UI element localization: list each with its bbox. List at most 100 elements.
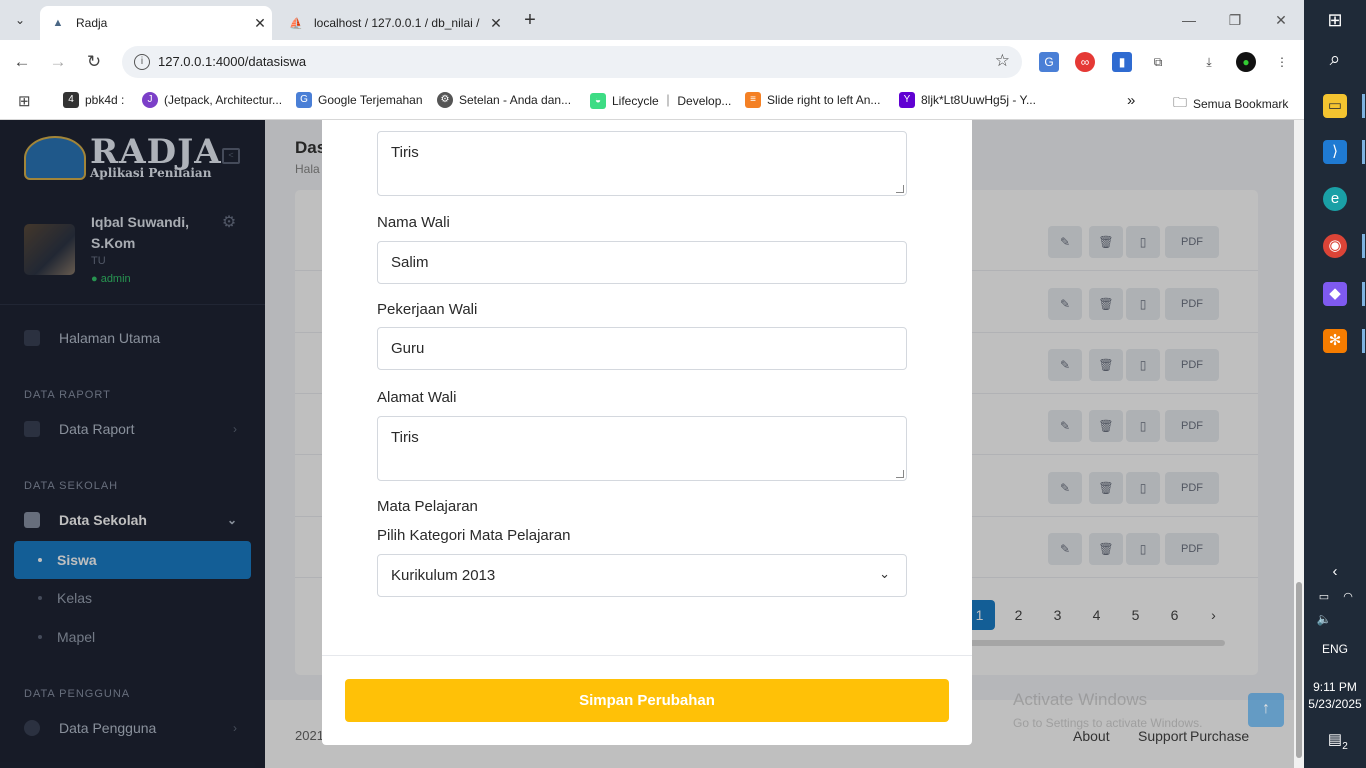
tab-close-icon[interactable]: ✕ — [248, 15, 272, 32]
bookmark-item[interactable]: G Google Terjemahan — [296, 92, 423, 108]
field-label-pekerjaan-wali: Pekerjaan Wali — [377, 301, 478, 318]
divider — [322, 655, 972, 656]
clipboard-extension-icon[interactable]: ▮ — [1112, 52, 1132, 72]
bookmark-favicon-icon: Y — [899, 92, 915, 108]
translate-extension-icon[interactable]: G — [1039, 52, 1059, 72]
resize-grip-icon[interactable] — [896, 470, 904, 478]
scrollbar-thumb[interactable] — [1296, 582, 1302, 758]
profile-avatar-icon[interactable]: ● — [1236, 52, 1256, 72]
bookmark-item[interactable]: J (Jetpack, Architectur... — [142, 92, 282, 108]
clock-date[interactable]: 5/23/2025 — [1304, 697, 1366, 711]
reload-icon[interactable]: ↻ — [82, 50, 106, 74]
bookmark-label: Lifecycle ｜ Develop... — [612, 94, 732, 108]
browser-toolbar: ← → ↻ i 127.0.0.1:4000/datasiswa ☆ G ∞ ▮… — [0, 40, 1304, 84]
bookmark-item[interactable]: ⚙ Setelan - Anda dan... — [437, 92, 571, 108]
activate-windows-title: Activate Windows — [1013, 690, 1148, 709]
apps-icon[interactable]: ⊞ — [18, 92, 31, 110]
bookmark-item[interactable]: 4 pbk4d : — [63, 92, 124, 108]
restore-icon[interactable]: ❐ — [1212, 8, 1258, 32]
bookmark-item[interactable]: Y 8ljk*Lt8UuwHg5j - Y... — [899, 92, 1036, 108]
wifi-icon[interactable]: ◠ — [1336, 585, 1360, 609]
chrome-icon[interactable]: ◉ — [1323, 234, 1347, 258]
address-textarea[interactable]: Tiris — [377, 131, 907, 196]
bookmarks-overflow-icon[interactable]: » — [1127, 92, 1135, 109]
tab-title: localhost / 127.0.0.1 / db_nilai / — [314, 16, 480, 30]
file-explorer-icon[interactable]: ▭ — [1323, 94, 1347, 118]
activate-windows-subtitle: Go to Settings to activate Windows. — [1013, 716, 1203, 730]
extensions-icon[interactable]: ⧉ — [1148, 52, 1168, 72]
active-app-indicator — [1362, 140, 1365, 164]
site-info-icon[interactable]: i — [134, 54, 150, 70]
url-text[interactable]: 127.0.0.1:4000/datasiswa — [158, 54, 306, 69]
forward-icon[interactable]: → — [46, 50, 70, 74]
address-bar[interactable]: i 127.0.0.1:4000/datasiswa ☆ — [122, 46, 1022, 78]
back-to-top-button[interactable]: ↑ — [1248, 693, 1284, 727]
field-label-alamat-wali: Alamat Wali — [377, 389, 457, 406]
select-value: Kurikulum 2013 — [391, 567, 496, 584]
bookmark-item[interactable]: ≡ Slide right to left An... — [745, 92, 880, 108]
tab-radja[interactable]: ▲ Radja ✕ — [40, 6, 272, 40]
bookmark-favicon-icon: J — [142, 92, 158, 108]
minimize-icon[interactable]: — — [1166, 8, 1212, 32]
all-bookmarks-label: Semua Bookmark — [1193, 97, 1289, 111]
tab-phpmyadmin[interactable]: ⛵ localhost / 127.0.0.1 / db_nilai / ✕ — [278, 6, 508, 40]
windows-start-icon[interactable]: ⊞ — [1323, 8, 1347, 32]
radja-favicon-icon: ▲ — [52, 17, 64, 29]
bookmark-favicon-icon: ≡ — [745, 92, 761, 108]
nama-wali-input[interactable]: Salim — [377, 241, 907, 284]
xampp-icon[interactable]: ✻ — [1323, 329, 1347, 353]
phpmyadmin-favicon-icon: ⛵ — [289, 17, 303, 30]
bookmark-star-icon[interactable]: ☆ — [995, 51, 1010, 71]
bookmark-favicon-icon: ⚙ — [437, 92, 453, 108]
folder-icon: 🗀 — [1173, 94, 1187, 110]
bookmarks-bar: ⊞ 4 pbk4d : J (Jetpack, Architectur... G Go… — [0, 84, 1304, 120]
tab-title: Radja — [76, 16, 108, 30]
search-icon[interactable]: ⌕ — [1323, 48, 1347, 72]
volume-icon[interactable]: 🔈 — [1312, 607, 1336, 631]
browser-window: ⌄ ▲ Radja ✕ ⛵ localhost / 127.0.0.1 / db… — [0, 0, 1304, 768]
bookmark-favicon-icon: G — [296, 92, 312, 108]
clock-time[interactable]: 9:11 PM — [1304, 680, 1366, 694]
bookmark-label: 8ljk*Lt8UuwHg5j - Y... — [921, 93, 1036, 107]
save-changes-button[interactable]: Simpan Perubahan — [345, 679, 949, 722]
input-value: Salim — [391, 254, 429, 271]
back-icon[interactable]: ← — [10, 50, 34, 74]
edge-icon[interactable]: e — [1323, 187, 1347, 211]
field-label-nama-wali: Nama Wali — [377, 214, 450, 231]
download-icon[interactable]: ⤓ — [1199, 52, 1219, 72]
bookmark-favicon-icon: 4 — [63, 92, 79, 108]
active-app-indicator — [1362, 282, 1365, 306]
tab-search-menu-icon[interactable]: ⌄ — [8, 8, 32, 32]
kategori-mapel-select[interactable]: Kurikulum 2013 ⌄ — [377, 554, 907, 597]
pekerjaan-wali-input[interactable]: Guru — [377, 327, 907, 370]
bookmark-label: Google Terjemahan — [318, 93, 423, 107]
textarea-value: Tiris — [391, 144, 419, 161]
vscode-icon[interactable]: ⟩ — [1323, 140, 1347, 164]
active-app-indicator — [1362, 234, 1365, 258]
browser-menu-icon[interactable]: ⋮ — [1272, 52, 1292, 72]
windows-taskbar: ⊞ ⌕ ▭ ⟩ e ◉ ◆ ✻ ‹ ▭ ◠ 🔈 ENG 9:11 PM 5/23… — [1304, 0, 1366, 768]
battery-icon[interactable]: ▭ — [1312, 585, 1336, 609]
alamat-wali-textarea[interactable]: Tiris — [377, 416, 907, 481]
active-app-indicator — [1362, 94, 1365, 118]
bookmark-label: Slide right to left An... — [767, 93, 881, 107]
notification-count: 2 — [1342, 741, 1348, 752]
bookmark-label: Setelan - Anda dan... — [459, 93, 572, 107]
new-tab-button[interactable]: + — [518, 8, 542, 32]
bookmark-label: (Jetpack, Architectur... — [164, 93, 283, 107]
field-label-kategori: Pilih Kategori Mata Pelajaran — [377, 527, 571, 544]
page-vertical-scrollbar[interactable] — [1294, 120, 1304, 768]
bookmark-item[interactable]: ◒ Lifecycle ｜ Develop... — [590, 92, 731, 109]
all-bookmarks[interactable]: 🗀 Semua Bookmark — [1173, 92, 1288, 116]
active-app-indicator — [1362, 329, 1365, 353]
tab-close-icon[interactable]: ✕ — [484, 15, 508, 32]
textarea-value: Tiris — [391, 429, 419, 446]
language-indicator[interactable]: ENG — [1304, 642, 1366, 656]
mapel-heading: Mata Pelajaran — [377, 498, 478, 515]
recording-extension-icon[interactable]: ∞ — [1075, 52, 1095, 72]
bookmark-label: pbk4d : — [85, 93, 125, 107]
resize-grip-icon[interactable] — [896, 185, 904, 193]
chevron-left-icon[interactable]: ‹ — [1323, 560, 1347, 584]
close-window-icon[interactable]: ✕ — [1258, 8, 1304, 32]
git-icon[interactable]: ◆ — [1323, 282, 1347, 306]
